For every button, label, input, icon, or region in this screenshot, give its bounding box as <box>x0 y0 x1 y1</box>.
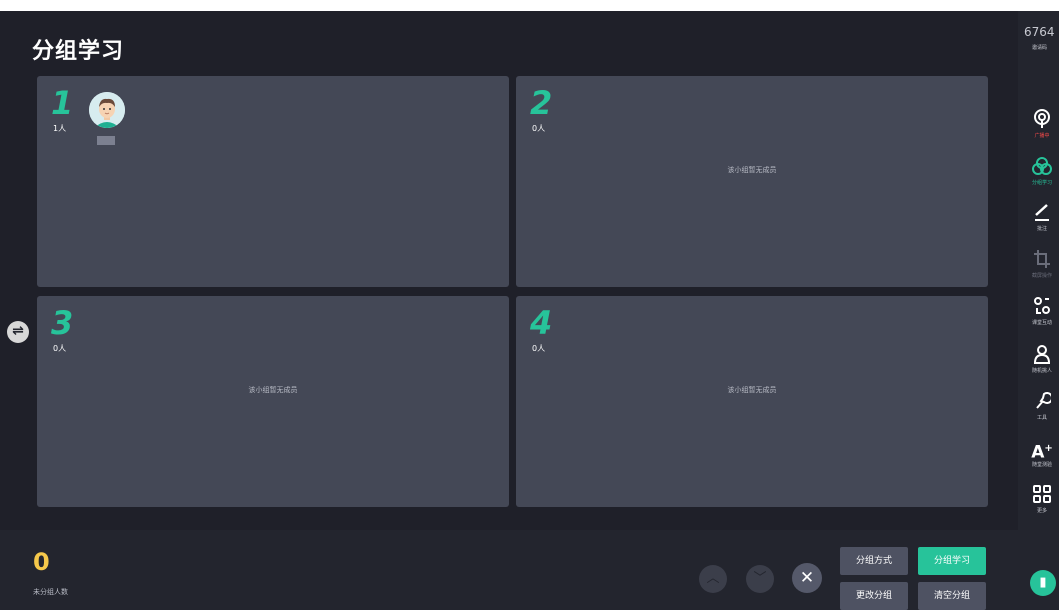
book-icon[interactable]: ▮ <box>1030 570 1056 596</box>
toolbar-label: 广播中 <box>1034 133 1050 139</box>
group-card-3[interactable]: 3 0人 该小组暂无成员 <box>37 296 509 507</box>
member-name-redacted <box>97 136 115 145</box>
app-window: 分组学习 1 1人 2 0人 该小组暂无成员 3 0人 该小组暂无成员 4 0人… <box>0 11 1059 610</box>
unassigned-label: 未分组人数 <box>33 588 68 596</box>
user-avatar-icon <box>89 92 125 128</box>
unassigned-count: 0 <box>33 548 50 576</box>
change-group-button[interactable]: 更改分组 <box>840 582 908 610</box>
toolbar-group-study[interactable]: 分组学习 <box>1026 156 1058 186</box>
bottom-bar: 0 未分组人数 ︿ ﹀ ✕ 分组方式 分组学习 更改分组 清空分组 <box>0 530 1018 610</box>
group-study-button[interactable]: 分组学习 <box>918 547 986 575</box>
toolbar-label: 分组学习 <box>1031 180 1052 186</box>
toolbar-broadcast[interactable]: 广播中 <box>1026 109 1058 139</box>
chevron-down-icon[interactable]: ﹀ <box>746 565 774 593</box>
swap-arrows-icon[interactable]: ⇌ <box>7 321 29 343</box>
avatar <box>89 92 125 128</box>
group-card-2[interactable]: 2 0人 该小组暂无成员 <box>516 76 988 287</box>
group-number: 2 <box>530 84 553 122</box>
group-member[interactable] <box>89 92 125 145</box>
toolbar-random-pick[interactable]: 随机挑人 <box>1026 344 1058 374</box>
pen-icon <box>1026 202 1058 224</box>
toolbar-tools[interactable]: 工具 <box>1026 391 1058 421</box>
interaction-icon <box>1026 296 1058 318</box>
group-member-count: 0人 <box>532 344 546 353</box>
grid-icon <box>1026 484 1058 506</box>
group-number: 1 <box>51 84 74 122</box>
crop-icon <box>1026 249 1058 271</box>
toolbar-label: 批注 <box>1036 226 1047 232</box>
toolbar-label: 工具 <box>1036 415 1047 421</box>
wrench-icon <box>1026 391 1058 413</box>
group-mode-button[interactable]: 分组方式 <box>840 547 908 575</box>
person-icon <box>1026 344 1058 366</box>
group-member-count: 0人 <box>532 124 546 133</box>
quiz-icon: A+ <box>1031 442 1053 463</box>
close-icon[interactable]: ✕ <box>792 563 822 593</box>
toolbar-screenshot[interactable]: 截屏操作 <box>1026 249 1058 279</box>
group-member-count: 1人 <box>53 124 67 133</box>
group-member-count: 0人 <box>53 344 67 353</box>
group-empty-text: 该小组暂无成员 <box>727 166 777 174</box>
group-card-1[interactable]: 1 1人 <box>37 76 509 287</box>
clear-group-button[interactable]: 清空分组 <box>918 582 986 610</box>
chevron-up-icon[interactable]: ︿ <box>699 565 727 593</box>
toolbar-interaction[interactable]: 课堂互动 <box>1026 296 1058 326</box>
toolbar-quiz[interactable]: A+ 随堂测验 <box>1026 438 1058 468</box>
toolbar-annotate[interactable]: 批注 <box>1026 202 1058 232</box>
main-area: 分组学习 1 1人 2 0人 该小组暂无成员 3 0人 该小组暂无成员 4 0人… <box>0 11 1018 610</box>
group-number: 4 <box>530 304 553 342</box>
group-card-4[interactable]: 4 0人 该小组暂无成员 <box>516 296 988 507</box>
broadcast-icon <box>1026 109 1058 131</box>
toolbar-label: 更多 <box>1036 508 1047 514</box>
page-title: 分组学习 <box>32 39 125 64</box>
toolbar-label: 随机挑人 <box>1031 368 1052 374</box>
group-empty-text: 该小组暂无成员 <box>727 386 777 394</box>
toolbar-label: 课堂互动 <box>1031 320 1052 326</box>
group-empty-text: 该小组暂无成员 <box>248 386 298 394</box>
invite-code-label: 邀请码 <box>1032 45 1048 51</box>
group-icon <box>1026 156 1058 178</box>
invite-code: 6764 <box>1024 25 1055 39</box>
toolbar-more[interactable]: 更多 <box>1026 484 1058 514</box>
toolbar-label: 截屏操作 <box>1031 273 1052 279</box>
group-number: 3 <box>51 304 74 342</box>
